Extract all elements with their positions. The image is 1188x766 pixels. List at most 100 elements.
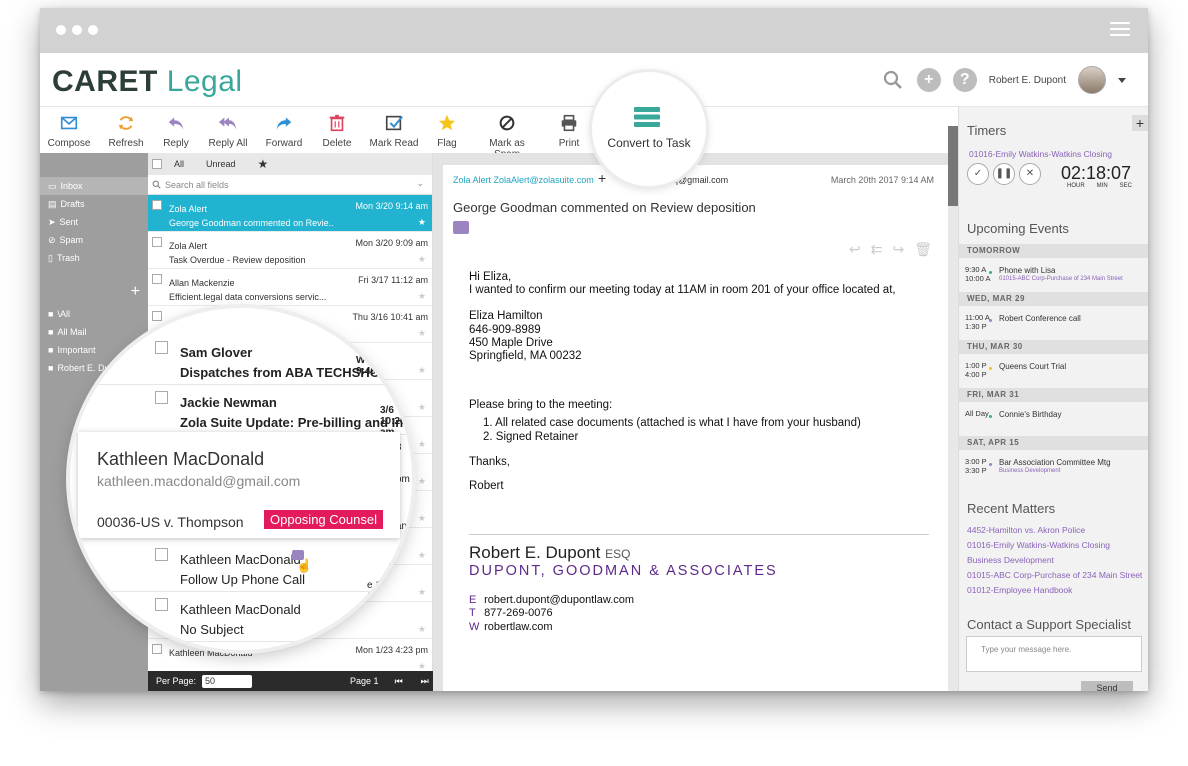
event-item[interactable]: 1:00 P 4:00 P Queens Court Trial [959, 361, 1148, 384]
add-timer-button[interactable]: + [1132, 115, 1148, 131]
app-logo[interactable]: CARET Legal [52, 65, 243, 99]
table-row[interactable]: Kathleen MacDonald No Subject Thu 1/26 9… [70, 592, 412, 647]
add-icon[interactable]: + [916, 68, 941, 92]
signature-web[interactable]: robertlaw.com [484, 621, 552, 633]
star-icon[interactable]: ★ [418, 550, 426, 561]
last-page-icon[interactable]: ⏭ [421, 676, 429, 687]
message-from: Kathleen MacDonald [180, 602, 301, 617]
star-icon[interactable]: ★ [418, 439, 426, 450]
star-icon[interactable]: ★ [418, 624, 426, 635]
select-all-checkbox[interactable] [152, 159, 162, 169]
delete-button[interactable]: Delete [307, 113, 367, 149]
star-icon[interactable]: ★ [418, 328, 426, 339]
folder-trash[interactable]: ▯ Trash [40, 249, 148, 267]
print-button[interactable]: Print [539, 113, 599, 149]
compose-button[interactable]: Compose [40, 113, 99, 149]
list-item[interactable]: Zola Alert Task Overdue - Review deposit… [148, 232, 432, 269]
star-icon[interactable]: ★ [418, 217, 426, 228]
star-icon[interactable]: ★ [418, 291, 426, 302]
first-page-icon[interactable]: ⏮ [395, 676, 403, 687]
list-search[interactable]: Search all fields ⌄ [148, 175, 432, 195]
reply-all-icon[interactable]: ⇇ [871, 241, 883, 258]
message-checkbox[interactable] [152, 200, 162, 210]
trash-icon[interactable]: 🗑 [914, 241, 932, 258]
signature-email[interactable]: robert.dupont@dupontlaw.com [484, 594, 634, 606]
folder-sent[interactable]: ➤ Sent [40, 213, 148, 231]
search-icon[interactable] [881, 68, 905, 92]
avatar[interactable] [1078, 66, 1106, 94]
folder-inbox[interactable]: ▭ Inbox [40, 177, 148, 195]
message-checkbox[interactable] [155, 391, 168, 404]
star-icon[interactable]: ★ [418, 513, 426, 524]
message-checkbox[interactable] [152, 274, 162, 284]
message-checkbox[interactable] [155, 341, 168, 354]
table-row[interactable]: Jackie Newman Zola Suite Update: Pre-bil… [70, 385, 412, 438]
event-item[interactable]: 9:30 A 10:00 A Phone with Lisa 01015-ABC … [959, 265, 1148, 288]
recent-matter-link[interactable]: 01015-ABC Corp-Purchase of 234 Main Stre… [967, 570, 1142, 580]
send-button[interactable]: Send [1081, 681, 1133, 691]
message-date: Mon 3/20 9:09 am [355, 238, 428, 248]
forward-button[interactable]: Forward [254, 113, 314, 149]
window-controls[interactable] [56, 25, 98, 35]
star-icon[interactable]: ★ [418, 587, 426, 598]
label-item[interactable]: ■ \All [40, 305, 148, 323]
reply-button[interactable]: Reply [146, 113, 206, 149]
table-row[interactable]: Sam Glover Dispatches from ABA TECHSHOW … [70, 335, 412, 385]
recent-matter-link[interactable]: 01012-Employee Handbook [967, 585, 1072, 595]
star-icon[interactable]: ★ [418, 402, 426, 413]
event-matter[interactable]: 01015-ABC Corp-Purchase of 234 Main Stre… [999, 276, 1123, 282]
folder-drafts[interactable]: ▤ Drafts [40, 195, 148, 213]
recent-matter-link[interactable]: Business Development [967, 555, 1054, 565]
flag-button[interactable]: Flag [417, 113, 477, 149]
search-icon [152, 180, 161, 189]
folder-spam[interactable]: ⊘ Spam [40, 231, 148, 249]
message-checkbox[interactable] [155, 598, 168, 611]
mark-read-button[interactable]: Mark Read [364, 113, 424, 149]
star-icon[interactable]: ★ [418, 365, 426, 376]
help-icon[interactable]: ? [952, 68, 977, 92]
tab-unread[interactable]: Unread [206, 159, 236, 169]
reader-scrollbar[interactable] [948, 126, 958, 691]
message-checkbox[interactable] [152, 237, 162, 247]
message-checkbox[interactable] [152, 311, 162, 321]
star-icon[interactable]: ★ [418, 254, 426, 265]
reply-all-button[interactable]: Reply All [198, 113, 258, 149]
sender[interactable]: Zola Alert ZolaAlert@zolasuite.com [453, 175, 594, 185]
check-square-icon [385, 115, 403, 131]
table-row[interactable]: Kathleen MacDonald Follow Up Phone Call … [70, 542, 412, 592]
message-checkbox[interactable] [155, 548, 168, 561]
reply-icon[interactable]: ↩ [849, 241, 861, 258]
chevron-down-icon[interactable] [1118, 77, 1126, 83]
list-item[interactable]: Allan Mackenzie Efficient.legal data con… [148, 269, 432, 306]
timer-matter[interactable]: 01016-Emily Watkins-Watkins Closing [969, 149, 1112, 159]
event-item[interactable]: 3:00 P 3:30 P Bar Association Committee M… [959, 457, 1148, 480]
message-checkbox[interactable] [152, 644, 162, 654]
add-contact-icon[interactable]: + [598, 170, 606, 186]
list-item[interactable]: Zola Alert George Goodman commented on R… [148, 195, 432, 232]
forward-icon[interactable]: ↪ [892, 241, 904, 258]
tab-all[interactable]: All [174, 159, 184, 169]
add-folder-button[interactable]: + [40, 283, 148, 301]
menu-icon[interactable] [1110, 22, 1130, 40]
briefcase-icon[interactable] [453, 221, 469, 234]
pause-icon[interactable]: ❚❚ [993, 163, 1015, 185]
search-input[interactable]: Search all fields [165, 180, 229, 190]
star-icon[interactable]: ★ [418, 476, 426, 487]
user-name[interactable]: Robert E. Dupont [989, 75, 1066, 86]
recent-matter-link[interactable]: 4452-Hamilton vs. Akron Police [967, 525, 1085, 535]
contact-email[interactable]: kathleen.macdonald@gmail.com [97, 473, 300, 489]
per-page-select[interactable]: 50 [202, 674, 253, 688]
recent-matter-link[interactable]: 01016-Emily Watkins-Watkins Closing [967, 540, 1110, 550]
support-message-input[interactable]: Type your message here. [966, 636, 1142, 672]
contact-name: Kathleen MacDonald [97, 449, 265, 469]
convert-to-task-button[interactable]: Convert to Task [592, 72, 706, 186]
event-item[interactable]: 11:00 A 1:30 P Robert Conference call [959, 313, 1148, 336]
chevron-down-icon[interactable]: ⌄ [416, 178, 424, 189]
event-item[interactable]: All Day Connie's Birthday [959, 409, 1148, 432]
starred-filter-icon[interactable]: ★ [258, 157, 269, 171]
printer-icon [561, 114, 577, 132]
contact-matter[interactable]: 00036-US v. Thompson [97, 514, 244, 530]
check-icon[interactable]: ✓ [967, 163, 989, 185]
close-icon[interactable]: ✕ [1019, 163, 1041, 185]
event-matter[interactable]: Business Development [999, 468, 1060, 474]
